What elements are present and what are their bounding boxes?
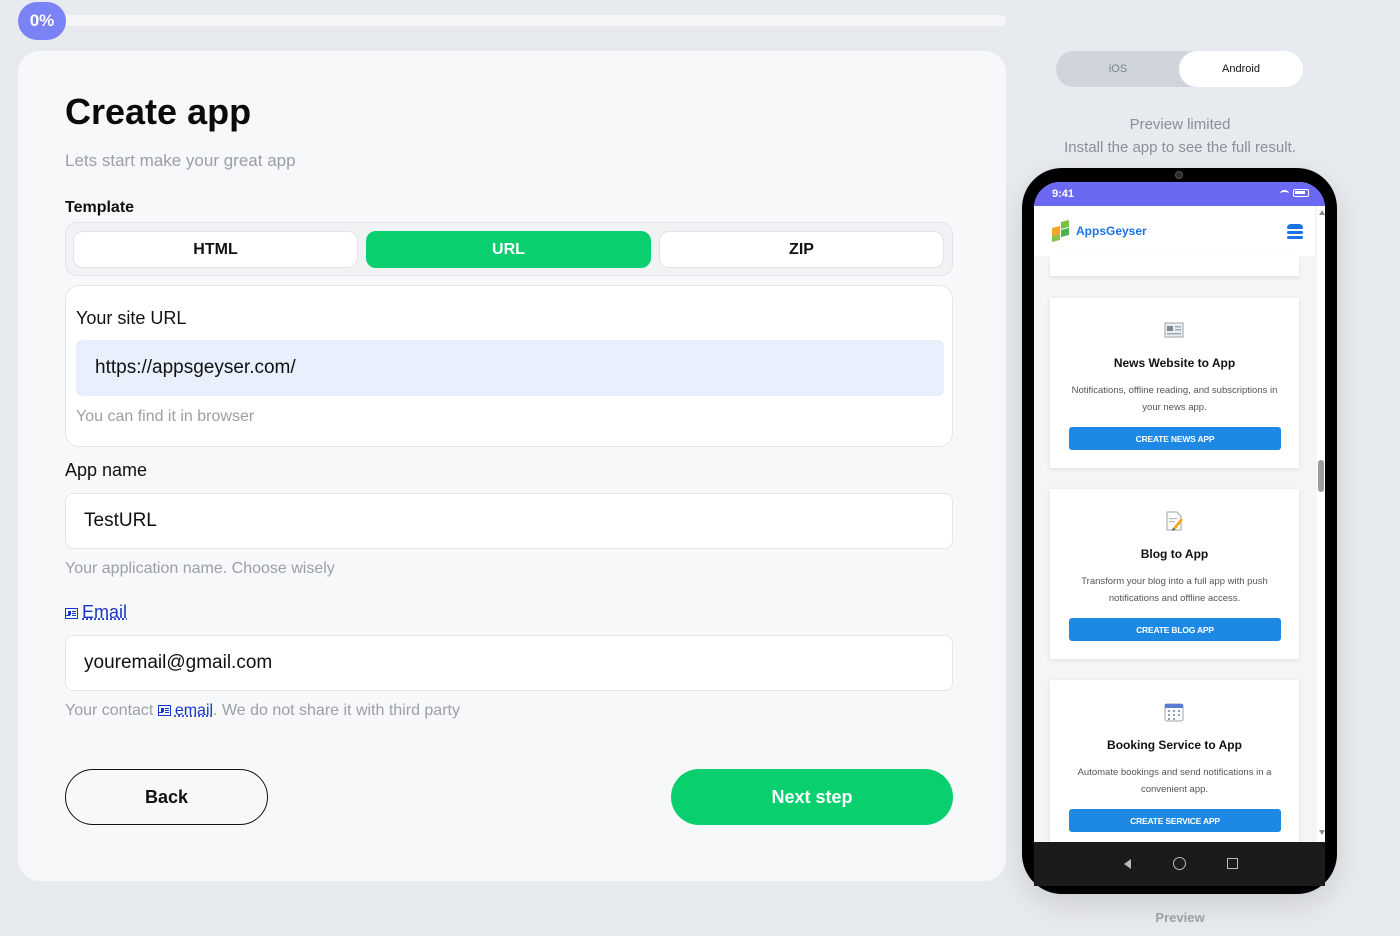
email-input[interactable]: youremail@gmail.com <box>65 635 953 691</box>
scroll-thumb[interactable] <box>1318 460 1324 492</box>
wifi-icon <box>1280 189 1289 197</box>
newspaper-icon <box>1164 322 1184 338</box>
nav-recent-icon[interactable] <box>1227 858 1238 869</box>
page-title: Create app <box>65 91 252 132</box>
burger-menu-icon[interactable] <box>1287 224 1303 239</box>
scroll-down-icon[interactable] <box>1319 830 1325 835</box>
phone-scrollbar[interactable] <box>1317 206 1325 842</box>
create-news-app-button[interactable]: CREATE NEWS APP <box>1069 427 1281 450</box>
phone-screen: 9:41 AppsGeyser News Website to App Noti… <box>1034 182 1325 842</box>
scroll-up-icon[interactable] <box>1319 210 1325 215</box>
back-button[interactable]: Back <box>65 769 268 825</box>
email-hint-link[interactable]: email <box>175 702 213 719</box>
platform-toggle: iOS Android <box>1056 51 1303 87</box>
template-card-title: Blog to App <box>1140 547 1209 561</box>
template-card-booking: Booking Service to App Automate bookings… <box>1050 680 1299 842</box>
platform-android-tab[interactable]: Android <box>1179 51 1303 87</box>
template-label: Template <box>65 199 135 216</box>
template-card-desc: Notifications, offline reading, and subs… <box>1071 385 1278 413</box>
preview-note-title: Preview limited <box>1129 116 1231 133</box>
email-label-row: Email <box>65 602 127 623</box>
template-card-blog: Blog to App Transform your blog into a f… <box>1050 489 1299 659</box>
email-hint-prefix: Your contact <box>65 702 154 719</box>
site-url-hint: You can find it in browser <box>76 408 255 425</box>
app-title: AppsGeyser <box>1076 224 1147 238</box>
create-service-app-button[interactable]: CREATE SERVICE APP <box>1069 809 1281 832</box>
template-card-desc: Automate bookings and send notifications… <box>1077 767 1272 795</box>
template-card-news: News Website to App Notifications, offli… <box>1050 298 1299 468</box>
page-subtitle: Lets start make your great app <box>65 151 296 170</box>
template-html-button[interactable]: HTML <box>73 231 358 268</box>
appsgeyser-logo-icon <box>1052 219 1070 243</box>
template-card-desc: Transform your blog into a full app with… <box>1081 576 1268 604</box>
template-url-button[interactable]: URL <box>366 231 651 268</box>
contact-card-icon <box>65 607 78 619</box>
next-step-button[interactable]: Next step <box>671 769 953 825</box>
phone-status-bar: 9:41 <box>1034 182 1325 206</box>
preview-caption: Preview <box>1155 910 1205 925</box>
template-card-title: Booking Service to App <box>1107 738 1242 752</box>
battery-icon <box>1293 189 1309 197</box>
phone-preview: 9:41 AppsGeyser News Website to App Noti… <box>1022 168 1337 894</box>
email-label-link[interactable]: Email <box>82 602 127 622</box>
email-hint: Your contact email. We do not share it w… <box>65 702 460 720</box>
site-url-input[interactable]: https://appsgeyser.com/ <box>76 340 944 396</box>
site-url-section: Your site URL https://appsgeyser.com/ Yo… <box>65 285 953 447</box>
camera-icon <box>1175 171 1183 179</box>
site-url-label: Your site URL <box>76 308 187 328</box>
nav-home-icon[interactable] <box>1173 857 1186 870</box>
calendar-icon <box>1164 703 1184 722</box>
preview-note-text: Install the app to see the full result. <box>1064 139 1296 156</box>
progress-track <box>40 15 1006 26</box>
progress-badge: 0% <box>18 2 66 40</box>
template-selector: HTML URL ZIP <box>65 222 953 276</box>
nav-back-icon[interactable] <box>1124 859 1131 869</box>
memo-icon <box>1166 511 1183 531</box>
app-header: AppsGeyser <box>1034 206 1315 256</box>
app-name-hint: Your application name. Choose wisely <box>65 560 335 577</box>
previous-card <box>1050 256 1299 276</box>
template-card-title: News Website to App <box>1113 356 1236 370</box>
template-zip-button[interactable]: ZIP <box>659 231 944 268</box>
app-name-label: App name <box>65 460 148 480</box>
email-hint-suffix: . We do not share it with third party <box>213 702 460 719</box>
contact-card-icon <box>157 705 171 717</box>
create-app-form: Create app Lets start make your great ap… <box>18 51 1006 881</box>
android-nav-bar <box>1034 842 1325 886</box>
phone-time: 9:41 <box>1052 188 1075 200</box>
create-blog-app-button[interactable]: CREATE BLOG APP <box>1069 618 1281 641</box>
platform-ios-tab[interactable]: iOS <box>1056 51 1180 87</box>
app-name-input[interactable]: TestURL <box>65 493 953 549</box>
